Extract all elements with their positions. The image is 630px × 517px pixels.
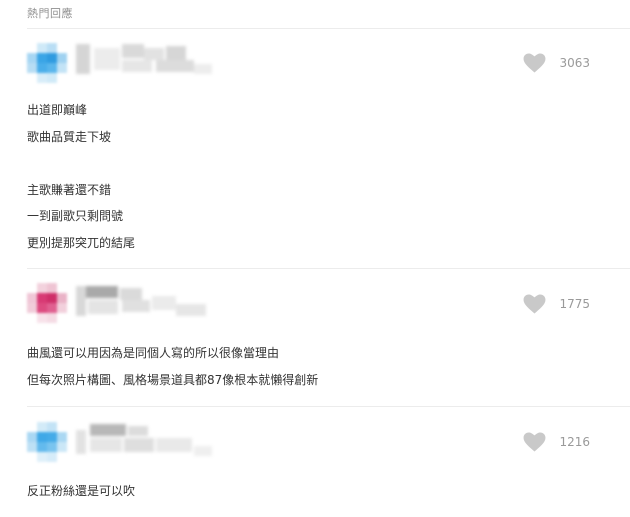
- comment-divider: [27, 406, 630, 407]
- section-divider: [27, 28, 630, 29]
- avatar[interactable]: [27, 283, 67, 323]
- comment-line: 主歌賺著還不錯: [27, 182, 112, 197]
- like-button[interactable]: 1216: [523, 432, 590, 452]
- like-button[interactable]: 3063: [523, 53, 590, 73]
- heart-icon: [524, 432, 546, 452]
- avatar[interactable]: [27, 43, 67, 83]
- like-count: 1775: [559, 297, 590, 311]
- comment-line: 一到副歌只剩問號: [27, 209, 124, 223]
- comment-text: 曲風還可以用因為是同個人寫的所以很像當理由 但每次照片構圖、風格場景道具都87像…: [27, 340, 318, 393]
- username-blurred[interactable]: [76, 424, 216, 458]
- section-title: 熱門回應: [27, 7, 73, 20]
- comment-line: 但每次照片構圖、風格場景道具都87像根本就懶得創新: [27, 372, 319, 387]
- comment-text: 反正粉絲還是可以吹: [27, 478, 135, 505]
- comment-line: 反正粉絲還是可以吹: [27, 484, 136, 498]
- comment-text: 出道即巔峰 歌曲品質走下坡 主歌賺著還不錯 一到副歌只剩問號 更別提那突兀的結尾: [27, 97, 135, 256]
- username-blurred[interactable]: [76, 286, 216, 320]
- comment-divider: [27, 268, 630, 269]
- heart-icon: [524, 53, 546, 73]
- comment-line: 歌曲品質走下坡: [27, 129, 112, 144]
- avatar[interactable]: [27, 422, 67, 462]
- comment-line: 出道即巔峰: [27, 103, 88, 117]
- comment-line: 更別提那突兀的結尾: [27, 235, 136, 250]
- like-button[interactable]: 1775: [523, 294, 590, 314]
- username-blurred[interactable]: [76, 44, 216, 78]
- like-count: 1216: [559, 435, 590, 449]
- comment-line: [27, 150, 135, 177]
- heart-icon: [524, 294, 546, 314]
- comment-line: 曲風還可以用因為是同個人寫的所以很像當理由: [27, 346, 280, 360]
- like-count: 3063: [559, 56, 590, 70]
